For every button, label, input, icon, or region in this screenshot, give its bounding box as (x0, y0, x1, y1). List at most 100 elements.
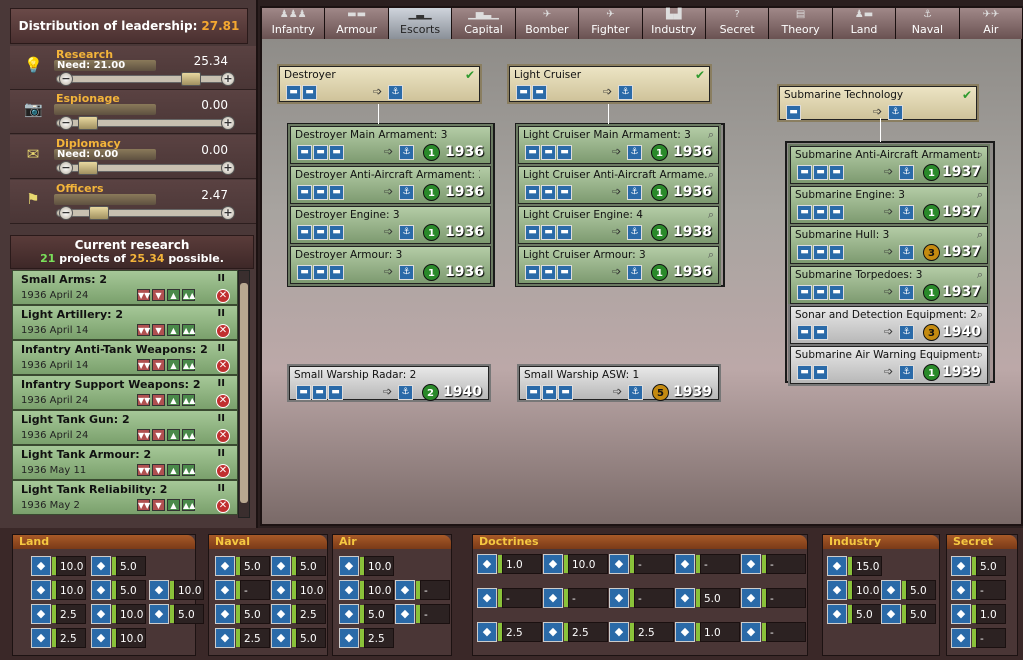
decrease-button[interactable]: − (59, 116, 73, 130)
move-top-button[interactable]: ▲▲ (182, 429, 195, 441)
move-down-button[interactable]: ▼ (152, 394, 165, 406)
tech-node[interactable]: Submarine Air Warning Equipment: 1 ⌕ ▬ ▬ ➩ ⚓ 1… (790, 346, 988, 384)
move-top-button[interactable]: ▲▲ (182, 394, 195, 406)
slider-track[interactable] (56, 75, 232, 83)
connector-line (378, 104, 379, 124)
tech-root-2[interactable]: Light Cruiser ✔ ▬ ▬ ➩ ⚓ (509, 66, 710, 102)
move-bottom-button[interactable]: ▼▼ (137, 429, 150, 441)
pause-button[interactable]: II (218, 308, 225, 319)
tech-node[interactable]: Sonar and Detection Equipment: 2 ⌕ ▬ ▬ ➩ ⚓ 3 19… (790, 306, 988, 344)
slider-thumb[interactable] (88, 206, 109, 220)
move-down-button[interactable]: ▼ (152, 324, 165, 336)
slider-thumb[interactable] (181, 72, 202, 86)
research-item[interactable]: Infantry Support Weapons: 2 1936 April 24… (12, 375, 238, 410)
tech-root-3[interactable]: Submarine Technology ✔ ▬ ➩ ⚓ (779, 86, 977, 120)
move-top-button[interactable]: ▲▲ (182, 289, 195, 301)
pause-button[interactable]: II (218, 483, 225, 494)
stat-value: - (568, 588, 608, 608)
research-scrollbar[interactable] (238, 270, 250, 518)
pause-button[interactable]: II (218, 378, 225, 389)
tab-capital[interactable]: ▁▅▃▁ Capital (452, 8, 516, 39)
move-bottom-button[interactable]: ▼▼ (137, 289, 150, 301)
tab-land[interactable]: ♟▬ Land (832, 8, 897, 39)
possible-label: possible. (168, 252, 224, 265)
research-item[interactable]: Light Tank Armour: 2 1936 May 11 II ▼▼ ▼ ▲ ▲▲ ✕ (12, 445, 238, 480)
move-top-button[interactable]: ▲▲ (182, 464, 195, 476)
scrollbar-thumb[interactable] (240, 283, 248, 503)
move-down-button[interactable]: ▼ (152, 464, 165, 476)
slider-track[interactable] (56, 209, 232, 217)
move-bottom-button[interactable]: ▼▼ (137, 499, 150, 511)
research-item[interactable]: Light Artillery: 2 1936 April 14 II ▼▼ ▼ ▲ ▲▲ ✕ (12, 305, 238, 340)
tech-node[interactable]: Light Cruiser Main Armament: 3 ⌕ ▬ ▬ ▬ ➩ ⚓ 1 193… (518, 126, 719, 164)
increase-button[interactable]: + (221, 161, 235, 175)
tech-node[interactable]: Submarine Torpedoes: 3 ⌕ ▬ ▬ ▬ ➩ ⚓ 1 1937 (790, 266, 988, 304)
increase-button[interactable]: + (221, 72, 235, 86)
tab-secret[interactable]: ? Secret (705, 8, 770, 39)
tech-node[interactable]: Small Warship Radar: 2 ▬ ▬ ▬ ➩ ⚓ 2 1940 (289, 366, 489, 401)
move-up-button[interactable]: ▲ (167, 359, 180, 371)
move-bottom-button[interactable]: ▼▼ (137, 464, 150, 476)
move-down-button[interactable]: ▼ (152, 499, 165, 511)
research-item[interactable]: Light Tank Reliability: 2 1936 May 2 II ▼▼ ▼… (12, 480, 238, 515)
decrease-button[interactable]: − (59, 206, 73, 220)
move-up-button[interactable]: ▲ (167, 289, 180, 301)
research-item[interactable]: Light Tank Gun: 2 1936 April 24 II ▼▼ ▼ ▲ ▲▲ ✕ (12, 410, 238, 445)
move-up-button[interactable]: ▲ (167, 429, 180, 441)
tech-node[interactable]: Submarine Anti-Aircraft Armament: 3 ⌕ ▬ ▬ ▬ ➩… (790, 146, 988, 184)
tech-node[interactable]: Light Cruiser Armour: 3 ⌕ ▬ ▬ ▬ ➩ ⚓ 1 1936 (518, 246, 719, 284)
cancel-research-button[interactable]: ✕ (216, 499, 230, 513)
research-item[interactable]: Infantry Anti-Tank Weapons: 2 1936 April … (12, 340, 238, 375)
tab-bomber[interactable]: ✈ Bomber (515, 8, 580, 39)
tech-node[interactable]: Destroyer Anti-Aircraft Armament: 3 ▬ ▬ ▬ ➩ ⚓… (290, 166, 491, 204)
tech-root-1[interactable]: Destroyer ✔ ▬ ▬ ➩ ⚓ (279, 66, 480, 102)
tech-node[interactable]: Submarine Engine: 3 ⌕ ▬ ▬ ▬ ➩ ⚓ 1 1937 (790, 186, 988, 224)
move-bottom-button[interactable]: ▼▼ (137, 324, 150, 336)
decrease-button[interactable]: − (59, 72, 73, 86)
move-down-button[interactable]: ▼ (152, 359, 165, 371)
move-top-button[interactable]: ▲▲ (182, 359, 195, 371)
cancel-research-button[interactable]: ✕ (216, 324, 230, 338)
move-up-button[interactable]: ▲ (167, 499, 180, 511)
pause-button[interactable]: II (218, 448, 225, 459)
tab-escorts[interactable]: ▁▃▁ Escorts (388, 8, 453, 39)
tech-node[interactable]: Light Cruiser Anti-Aircraft Armame... ⌕ ▬ ▬… (518, 166, 719, 204)
move-bottom-button[interactable]: ▼▼ (137, 359, 150, 371)
pause-button[interactable]: II (218, 343, 225, 354)
move-bottom-button[interactable]: ▼▼ (137, 394, 150, 406)
slider-thumb[interactable] (77, 161, 98, 175)
move-top-button[interactable]: ▲▲ (182, 499, 195, 511)
stat-icon: ◆ (543, 622, 563, 642)
tech-node[interactable]: Light Cruiser Engine: 4 ⌕ ▬ ▬ ▬ ➩ ⚓ 1 1938 (518, 206, 719, 244)
cancel-research-button[interactable]: ✕ (216, 289, 230, 303)
pause-button[interactable]: II (218, 273, 225, 284)
slider-thumb[interactable] (77, 116, 98, 130)
tech-node[interactable]: Destroyer Engine: 3 ▬ ▬ ▬ ➩ ⚓ 1 1936 (290, 206, 491, 244)
tech-node[interactable]: Small Warship ASW: 1 ▬ ▬ ▬ ➩ ⚓ 5 1939 (519, 366, 719, 401)
move-down-button[interactable]: ▼ (152, 429, 165, 441)
tab-theory[interactable]: ▤ Theory (769, 8, 833, 39)
tab-naval[interactable]: ⚓ Naval (896, 8, 960, 39)
tech-node[interactable]: Submarine Hull: 3 ⌕ ▬ ▬ ▬ ➩ ⚓ 3 1937 (790, 226, 988, 264)
pause-button[interactable]: II (218, 413, 225, 424)
tech-node[interactable]: Destroyer Main Armament: 3 ▬ ▬ ▬ ➩ ⚓ 1 1936 (290, 126, 491, 164)
tab-infantry[interactable]: ♟♟♟ Infantry (262, 8, 326, 39)
increase-button[interactable]: + (221, 116, 235, 130)
increase-button[interactable]: + (221, 206, 235, 220)
decrease-button[interactable]: − (59, 161, 73, 175)
cancel-research-button[interactable]: ✕ (216, 359, 230, 373)
move-top-button[interactable]: ▲▲ (182, 324, 195, 336)
cancel-research-button[interactable]: ✕ (216, 429, 230, 443)
move-up-button[interactable]: ▲ (167, 394, 180, 406)
tab-industry[interactable]: ▙▟ Industry (642, 8, 706, 39)
move-up-button[interactable]: ▲ (167, 324, 180, 336)
research-item[interactable]: Small Arms: 2 1936 April 24 II ▼▼ ▼ ▲ ▲▲ ✕ (12, 270, 238, 305)
tab-fighter[interactable]: ✈ Fighter (579, 8, 643, 39)
cancel-research-button[interactable]: ✕ (216, 394, 230, 408)
tab-air[interactable]: ✈✈ Air (959, 8, 1023, 39)
cancel-research-button[interactable]: ✕ (216, 464, 230, 478)
move-up-button[interactable]: ▲ (167, 464, 180, 476)
tab-armour[interactable]: ▬▬ Armour (325, 8, 389, 39)
tech-node[interactable]: Destroyer Armour: 3 ▬ ▬ ▬ ➩ ⚓ 1 1936 (290, 246, 491, 284)
move-down-button[interactable]: ▼ (152, 289, 165, 301)
